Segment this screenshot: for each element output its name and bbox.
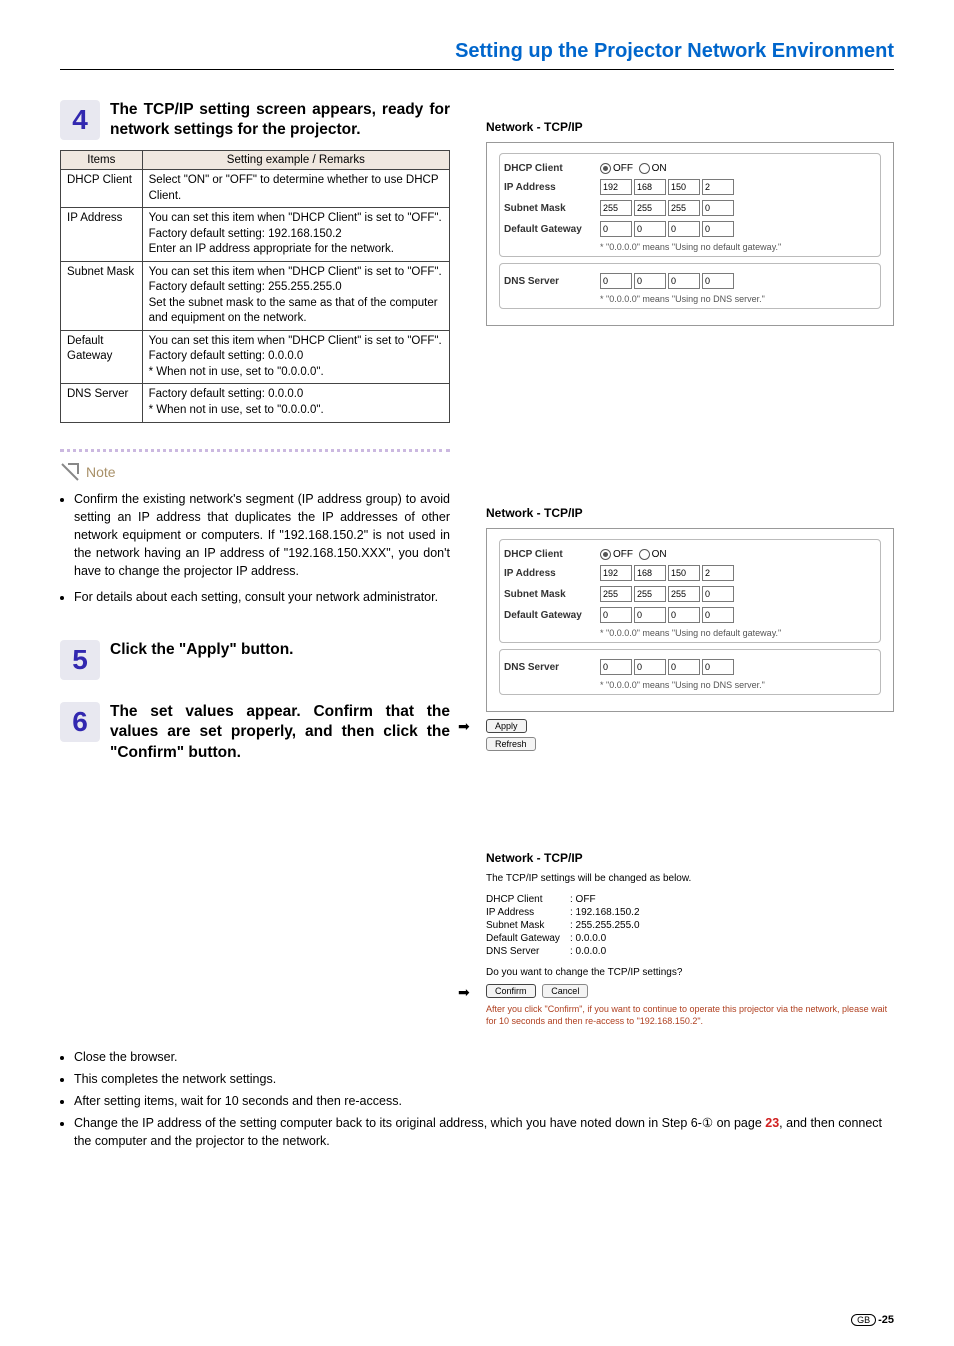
apply-button[interactable]: Apply [486, 719, 527, 733]
radio-off[interactable] [600, 549, 611, 560]
panel2-title: Network - TCP/IP [486, 506, 894, 520]
gw-input[interactable]: 0 [600, 221, 632, 237]
table-header-remarks: Setting example / Remarks [142, 151, 449, 170]
mask-label: Subnet Mask [504, 203, 600, 214]
network-panel-3: The TCP/IP settings will be changed as b… [486, 873, 894, 1027]
step-4: 4 The TCP/IP setting screen appears, rea… [60, 100, 450, 140]
dns-input[interactable]: 0 [600, 273, 632, 289]
footer-item: After setting items, wait for 10 seconds… [74, 1092, 894, 1110]
step-number-4: 4 [60, 100, 100, 140]
note-label: Note [86, 464, 116, 480]
footer-item: This completes the network settings. [74, 1070, 894, 1088]
dns-input[interactable]: 0 [634, 273, 666, 289]
table-row: DHCP ClientSelect "ON" or "OFF" to deter… [61, 170, 450, 208]
gw-note: * "0.0.0.0" means "Using no default gate… [600, 242, 876, 252]
step-5-title: Click the "Apply" button. [110, 640, 293, 660]
gw-label: Default Gateway [504, 224, 600, 235]
step-6-title: The set values appear. Confirm that the … [110, 702, 450, 762]
gw-input[interactable]: 0 [634, 221, 666, 237]
ip-input[interactable]: 168 [634, 179, 666, 195]
note-icon [60, 462, 80, 482]
dns-input[interactable]: 0 [702, 273, 734, 289]
ip-input[interactable]: 192 [600, 179, 632, 195]
radio-on[interactable] [639, 549, 650, 560]
network-panel-1: DHCP Client OFF ON IP Address 1921681502… [486, 142, 894, 326]
table-row: IP AddressYou can set this item when "DH… [61, 208, 450, 262]
table-row: DNS ServerFactory default setting: 0.0.0… [61, 384, 450, 422]
step-5: 5 Click the "Apply" button. [60, 640, 450, 680]
gw-input[interactable]: 0 [702, 221, 734, 237]
dns-label: DNS Server [504, 276, 600, 287]
note-item: Confirm the existing network's segment (… [74, 490, 450, 581]
confirm-warning: After you click "Confirm", if you want t… [486, 1004, 894, 1027]
radio-off[interactable] [600, 163, 611, 174]
panel1-title: Network - TCP/IP [486, 120, 894, 134]
table-row: Subnet MaskYou can set this item when "D… [61, 261, 450, 330]
step-4-title: The TCP/IP setting screen appears, ready… [110, 100, 450, 140]
page-header: Setting up the Projector Network Environ… [60, 40, 894, 70]
dhcp-label: DHCP Client [504, 163, 600, 174]
radio-on[interactable] [639, 163, 650, 174]
note-header: Note [60, 449, 450, 482]
cancel-button[interactable]: Cancel [542, 984, 588, 998]
step-6: 6 The set values appear. Confirm that th… [60, 702, 450, 762]
step-number-6: 6 [60, 702, 100, 742]
page-number: GB-25 [851, 1314, 894, 1326]
ip-input[interactable]: 150 [668, 179, 700, 195]
mask-input[interactable]: 255 [634, 200, 666, 216]
gw-input[interactable]: 0 [668, 221, 700, 237]
network-panel-2: DHCP Client OFF ON IP Address 1921681502… [486, 528, 894, 712]
table-row: Default GatewayYou can set this item whe… [61, 330, 450, 384]
mask-input[interactable]: 255 [600, 200, 632, 216]
footer-item: Change the IP address of the setting com… [74, 1114, 894, 1150]
note-item: For details about each setting, consult … [74, 588, 450, 606]
table-header-items: Items [61, 151, 143, 170]
confirm-question: Do you want to change the TCP/IP setting… [486, 967, 894, 978]
note-list: Confirm the existing network's segment (… [60, 490, 450, 607]
dns-note: * "0.0.0.0" means "Using no DNS server." [600, 294, 876, 304]
step-number-5: 5 [60, 640, 100, 680]
refresh-button[interactable]: Refresh [486, 737, 536, 751]
panel3-title: Network - TCP/IP [486, 851, 894, 865]
footer-item: Close the browser. [74, 1048, 894, 1066]
mask-input[interactable]: 0 [702, 200, 734, 216]
settings-table: Items Setting example / Remarks DHCP Cli… [60, 150, 450, 422]
panel3-intro: The TCP/IP settings will be changed as b… [486, 873, 894, 884]
mask-input[interactable]: 255 [668, 200, 700, 216]
confirm-button[interactable]: Confirm [486, 984, 536, 998]
arrow-icon: ➡ [458, 984, 470, 1001]
footer-bullets: Close the browser. This completes the ne… [60, 1048, 894, 1151]
dns-input[interactable]: 0 [668, 273, 700, 289]
ip-input[interactable]: 2 [702, 179, 734, 195]
arrow-icon: ➡ [458, 718, 470, 735]
ip-label: IP Address [504, 182, 600, 193]
